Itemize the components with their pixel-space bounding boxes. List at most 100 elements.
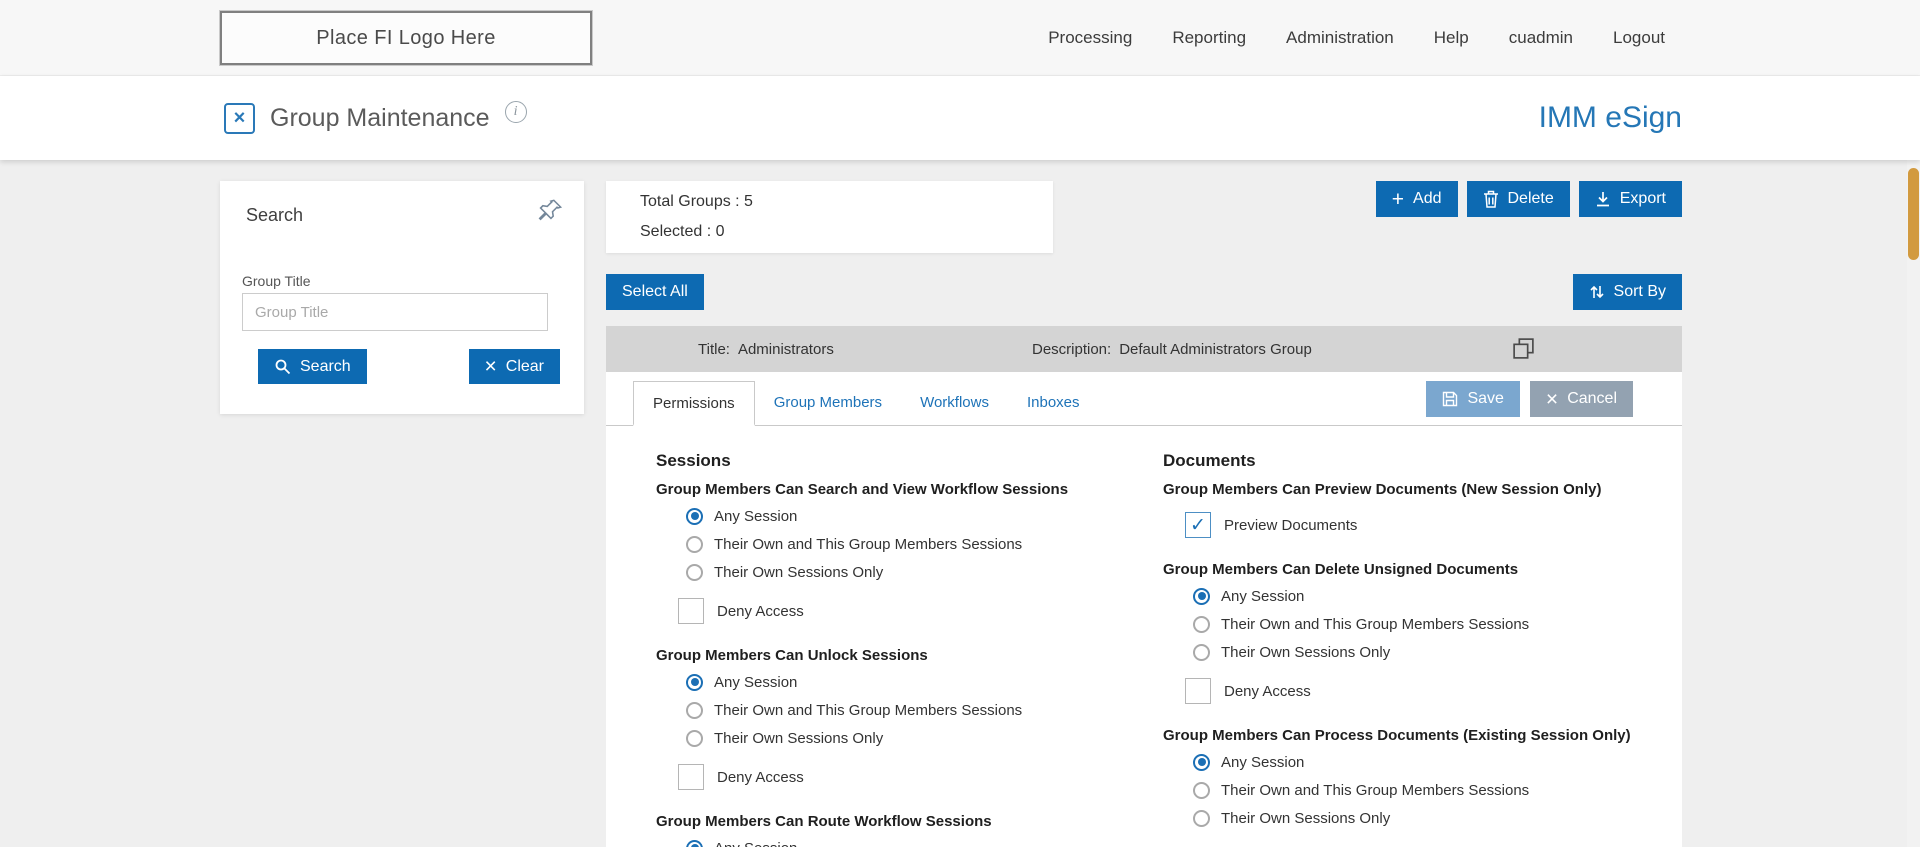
checkbox-icon[interactable]	[678, 598, 704, 624]
tab-group-members[interactable]: Group Members	[755, 380, 901, 425]
radio-icon[interactable]	[1193, 753, 1210, 771]
preview-documents-row[interactable]: Preview Documents	[1163, 508, 1653, 542]
perm-group-title: Group Members Can Process Documents (Exi…	[1163, 727, 1631, 744]
deny-access-row[interactable]: Deny Access	[1163, 674, 1653, 708]
nav-item-reporting[interactable]: Reporting	[1172, 28, 1246, 48]
group-actions: + Add Delete Export	[1375, 181, 1682, 217]
radio-option[interactable]: Their Own Sessions Only	[1163, 638, 1653, 666]
radio-option[interactable]: Any Session	[656, 668, 1146, 696]
radio-label: Their Own Sessions Only	[714, 563, 884, 581]
search-button[interactable]: Search	[258, 349, 367, 384]
radio-option[interactable]: Their Own and This Group Members Session…	[656, 696, 1146, 724]
restore-window-icon[interactable]	[1511, 336, 1536, 366]
radio-option[interactable]: Any Session	[656, 502, 1146, 530]
radio-icon[interactable]	[1193, 809, 1210, 827]
nav-item-help[interactable]: Help	[1434, 28, 1469, 48]
deny-access-row[interactable]: Deny Access	[656, 594, 1146, 628]
page-header: × Group Maintenance i IMM eSign	[0, 76, 1920, 160]
group-title-value: Administrators	[737, 340, 834, 358]
group-header-bar[interactable]: Title: Administrators Description: Defau…	[606, 326, 1682, 372]
radio-option[interactable]: Their Own and This Group Members Session…	[1163, 610, 1653, 638]
perm-group-preview-documents: Group Members Can Preview Documents (New…	[1163, 480, 1653, 542]
select-all-button[interactable]: Select All	[606, 274, 704, 310]
group-title-input[interactable]	[242, 293, 548, 331]
radio-label: Any Session	[1221, 587, 1305, 605]
radio-icon[interactable]	[1193, 587, 1210, 605]
perm-group-title: Group Members Can Unlock Sessions	[656, 647, 928, 664]
nav-item-administration[interactable]: Administration	[1286, 28, 1394, 48]
radio-option[interactable]: Any Session	[1163, 582, 1653, 610]
clear-icon: ×	[484, 355, 497, 378]
radio-icon[interactable]	[686, 535, 703, 553]
vertical-scrollbar[interactable]	[1907, 160, 1920, 847]
brand-logo: IMM eSign	[1538, 101, 1682, 134]
perm-group-title: Group Members Can Search and View Workfl…	[656, 481, 1069, 498]
radio-option[interactable]: Their Own and This Group Members Session…	[1163, 776, 1653, 804]
radio-icon[interactable]	[686, 839, 703, 847]
clear-button-label: Clear	[505, 357, 544, 375]
radio-label: Their Own and This Group Members Session…	[714, 701, 1023, 719]
radio-option[interactable]: Their Own Sessions Only	[656, 558, 1146, 586]
perm-group-unlock-sessions: Group Members Can Unlock Sessions Any Se…	[656, 646, 1146, 794]
tab-inboxes[interactable]: Inboxes	[1008, 380, 1099, 425]
checkbox-label: Deny Access	[1224, 682, 1311, 700]
summary-box: Total Groups : 5 Selected : 0	[606, 181, 1053, 253]
add-button[interactable]: + Add	[1375, 181, 1458, 217]
group-desc-value: Default Administrators Group	[1119, 340, 1312, 358]
cancel-icon: ×	[1545, 387, 1559, 411]
nav-item-logout[interactable]: Logout	[1613, 28, 1665, 48]
radio-label: Their Own and This Group Members Session…	[714, 535, 1023, 553]
radio-option[interactable]: Any Session	[1163, 748, 1653, 776]
radio-icon[interactable]	[686, 701, 703, 719]
radio-label: Any Session	[1221, 753, 1305, 771]
selected-count: Selected : 0	[640, 223, 725, 240]
sort-by-button[interactable]: Sort By	[1572, 274, 1682, 310]
radio-option[interactable]: Any Session	[656, 834, 1146, 847]
top-bar: Place FI Logo Here Processing Reporting …	[0, 0, 1920, 76]
save-button-label: Save	[1467, 390, 1504, 407]
checkbox-label: Deny Access	[717, 768, 804, 786]
perm-group-title: Group Members Can Delete Unsigned Docume…	[1163, 561, 1519, 578]
checkbox-icon[interactable]	[678, 764, 704, 790]
radio-icon[interactable]	[1193, 643, 1210, 661]
delete-button[interactable]: Delete	[1466, 181, 1570, 217]
nav-item-cuadmin[interactable]: cuadmin	[1509, 28, 1573, 48]
perm-group-title: Group Members Can Route Workflow Session…	[656, 813, 992, 830]
radio-icon[interactable]	[686, 729, 703, 747]
checkbox-icon[interactable]	[1185, 512, 1211, 538]
cancel-button[interactable]: × Cancel	[1529, 381, 1633, 417]
checkbox-icon[interactable]	[1185, 678, 1211, 704]
radio-label: Their Own and This Group Members Session…	[1221, 615, 1530, 633]
main-content: Total Groups : 5 Selected : 0 + Add Dele…	[606, 181, 1682, 847]
radio-option[interactable]: Their Own Sessions Only	[1163, 804, 1653, 832]
nav-item-processing[interactable]: Processing	[1048, 28, 1132, 48]
add-button-label: Add	[1413, 190, 1442, 207]
group-desc-field-label: Description:	[1032, 340, 1112, 358]
save-button[interactable]: Save	[1426, 381, 1520, 417]
tab-permissions[interactable]: Permissions	[633, 381, 755, 426]
radio-option[interactable]: Their Own Sessions Only	[656, 724, 1146, 752]
clear-button[interactable]: × Clear	[468, 349, 560, 384]
info-icon[interactable]: i	[504, 101, 527, 123]
radio-icon[interactable]	[1193, 781, 1210, 799]
tab-workflows[interactable]: Workflows	[901, 380, 1008, 425]
save-disk-icon	[1443, 391, 1458, 407]
export-button[interactable]: Export	[1578, 181, 1682, 217]
radio-icon[interactable]	[686, 673, 703, 691]
cancel-button-label: Cancel	[1567, 390, 1617, 407]
main-nav: Processing Reporting Administration Help…	[1048, 0, 1665, 76]
page-title: Group Maintenance	[270, 103, 490, 132]
deny-access-row[interactable]: Deny Access	[656, 760, 1146, 794]
pin-icon[interactable]	[537, 197, 564, 229]
radio-icon[interactable]	[686, 507, 703, 525]
fi-logo-placeholder: Place FI Logo Here	[220, 11, 592, 65]
radio-icon[interactable]	[686, 563, 703, 581]
radio-option[interactable]: Their Own and This Group Members Session…	[656, 530, 1146, 558]
sessions-heading: Sessions	[656, 451, 731, 470]
sort-arrows-icon	[1589, 285, 1604, 299]
radio-icon[interactable]	[1193, 615, 1210, 633]
documents-heading: Documents	[1163, 451, 1256, 470]
scrollbar-thumb[interactable]	[1908, 168, 1919, 260]
save-cancel-actions: Save × Cancel	[1426, 381, 1633, 417]
plus-icon: +	[1391, 187, 1405, 211]
